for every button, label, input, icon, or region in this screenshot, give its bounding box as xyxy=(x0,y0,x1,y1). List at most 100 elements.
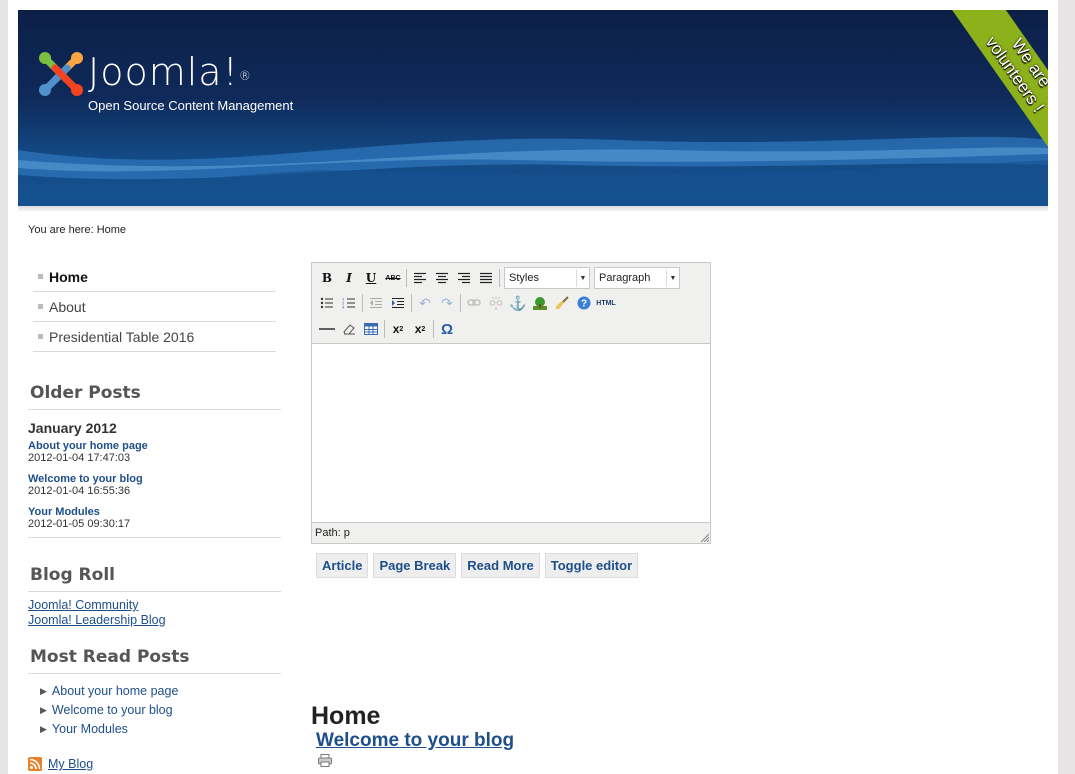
redo-button[interactable]: ↷ xyxy=(436,292,458,314)
bullet-icon xyxy=(38,334,43,339)
older-posts-title: Older Posts xyxy=(28,383,281,410)
feed-link-row: My Blog xyxy=(28,757,93,771)
most-read-item[interactable]: ▶ Welcome to your blog xyxy=(40,701,281,720)
archive-month: January 2012 xyxy=(28,420,117,436)
menu-item-label: Presidential Table 2016 xyxy=(49,328,195,345)
post-link[interactable]: Your Modules xyxy=(28,506,281,518)
undo-button[interactable]: ↶ xyxy=(414,292,436,314)
menu-item-label: About xyxy=(49,298,86,315)
menu-item-label: Home xyxy=(49,268,88,285)
format-select[interactable]: Paragraph ▼ xyxy=(594,267,680,289)
chevron-down-icon: ▼ xyxy=(666,269,679,287)
insert-table-button[interactable] xyxy=(360,318,382,340)
editor-xtd-buttons: Article Page Break Read More Toggle edit… xyxy=(316,553,639,578)
outdent-icon xyxy=(370,298,382,308)
remove-format-button[interactable] xyxy=(338,318,360,340)
svg-text:?: ? xyxy=(581,299,587,310)
page: Joomla!® Open Source Content Management … xyxy=(8,0,1058,774)
insert-image-button[interactable] xyxy=(529,292,551,314)
element-path: Path: p xyxy=(315,527,350,539)
read-more-button[interactable]: Read More xyxy=(461,553,540,578)
horizontal-rule-button[interactable] xyxy=(316,318,338,340)
anchor-button[interactable]: ⚓ xyxy=(507,292,529,314)
bullet-list-button[interactable] xyxy=(316,292,338,314)
page-break-button[interactable]: Page Break xyxy=(373,553,457,578)
styles-select-value: Styles xyxy=(509,272,539,284)
outdent-button[interactable] xyxy=(365,292,387,314)
numbered-list-icon: 123 xyxy=(342,297,355,310)
site-header: Joomla!® Open Source Content Management … xyxy=(18,10,1048,206)
subscript-button[interactable]: x2 xyxy=(387,318,409,340)
menu-item-home[interactable]: Home xyxy=(33,262,276,292)
table-icon xyxy=(364,323,378,335)
align-center-button[interactable] xyxy=(431,267,453,289)
strikethrough-button[interactable]: ABC xyxy=(382,267,404,289)
list-item: About your home page 2012-01-04 17:47:03 xyxy=(28,440,281,464)
resize-handle-icon[interactable] xyxy=(699,532,709,542)
italic-button[interactable]: I xyxy=(338,267,360,289)
bullet-icon xyxy=(38,274,43,279)
insert-link-button[interactable] xyxy=(463,292,485,314)
divider xyxy=(28,537,281,538)
logo-wordmark: Joomla! xyxy=(88,50,239,94)
toolbar-separator xyxy=(411,294,412,312)
blog-roll-module: Blog Roll Joomla! Community Joomla! Lead… xyxy=(28,565,281,628)
site-tagline: Open Source Content Management xyxy=(88,98,294,113)
page-scrollbar[interactable] xyxy=(1058,0,1075,774)
align-justify-button[interactable] xyxy=(475,267,497,289)
horizontal-rule-icon xyxy=(319,328,335,330)
article-button[interactable]: Article xyxy=(316,553,369,578)
align-right-button[interactable] xyxy=(453,267,475,289)
print-icon[interactable] xyxy=(318,754,332,767)
chevron-down-icon: ▼ xyxy=(576,269,589,287)
superscript-button[interactable]: x2 xyxy=(409,318,431,340)
help-icon: ? xyxy=(577,296,591,310)
bullet-list-icon xyxy=(320,297,333,309)
item-label: Welcome to your blog xyxy=(51,703,173,717)
cleanup-button[interactable] xyxy=(551,292,573,314)
list-item: Welcome to your blog 2012-01-04 16:55:36 xyxy=(28,473,281,497)
header-wave-decoration xyxy=(18,136,1048,206)
editor-content-area[interactable] xyxy=(312,344,710,522)
numbered-list-button[interactable]: 123 xyxy=(338,292,360,314)
triangle-right-icon: ▶ xyxy=(40,724,47,734)
image-icon xyxy=(533,297,547,310)
post-date: 2012-01-05 09:30:17 xyxy=(28,518,131,530)
blogroll-link-leadership-blog[interactable]: Joomla! Leadership Blog xyxy=(28,613,281,628)
most-read-item[interactable]: ▶ About your home page xyxy=(40,682,281,701)
svg-text:3: 3 xyxy=(342,305,345,310)
underline-button[interactable]: U xyxy=(360,267,382,289)
align-left-button[interactable] xyxy=(409,267,431,289)
special-character-button[interactable]: Ω xyxy=(436,318,458,340)
post-date: 2012-01-04 17:47:03 xyxy=(28,452,131,464)
editor-statusbar: Path: p xyxy=(312,522,710,543)
menu-item-presidential-table[interactable]: Presidential Table 2016 xyxy=(33,322,276,352)
post-date: 2012-01-04 16:55:36 xyxy=(28,485,131,497)
align-right-icon xyxy=(458,272,470,284)
help-button[interactable]: ? xyxy=(573,292,595,314)
broom-icon xyxy=(556,296,569,309)
post-link[interactable]: About your home page xyxy=(28,440,281,452)
item-label: About your home page xyxy=(51,684,179,698)
toggle-editor-button[interactable]: Toggle editor xyxy=(544,553,639,578)
menu-item-about[interactable]: About xyxy=(33,292,276,322)
html-source-button[interactable]: HTML xyxy=(595,292,617,314)
most-read-item[interactable]: ▶ Your Modules xyxy=(40,720,281,739)
post-link[interactable]: Welcome to your blog xyxy=(28,473,281,485)
indent-button[interactable] xyxy=(387,292,409,314)
page-heading: Home xyxy=(311,702,381,730)
my-blog-feed-link[interactable]: My Blog xyxy=(48,757,93,771)
logo-text[interactable]: Joomla!® xyxy=(88,48,252,96)
breadcrumb: You are here: Home xyxy=(28,224,127,236)
article-title-link[interactable]: Welcome to your blog xyxy=(316,730,514,752)
styles-select[interactable]: Styles ▼ xyxy=(504,267,590,289)
indent-icon xyxy=(392,298,404,308)
blogroll-link-joomla-community[interactable]: Joomla! Community xyxy=(28,598,281,613)
align-center-icon xyxy=(436,272,448,284)
toolbar-separator xyxy=(499,269,500,287)
triangle-right-icon: ▶ xyxy=(40,705,47,715)
toolbar-separator xyxy=(384,320,385,338)
unlink-button[interactable] xyxy=(485,292,507,314)
older-posts-module: Older Posts January 2012 About your home… xyxy=(28,383,281,538)
bold-button[interactable]: B xyxy=(316,267,338,289)
